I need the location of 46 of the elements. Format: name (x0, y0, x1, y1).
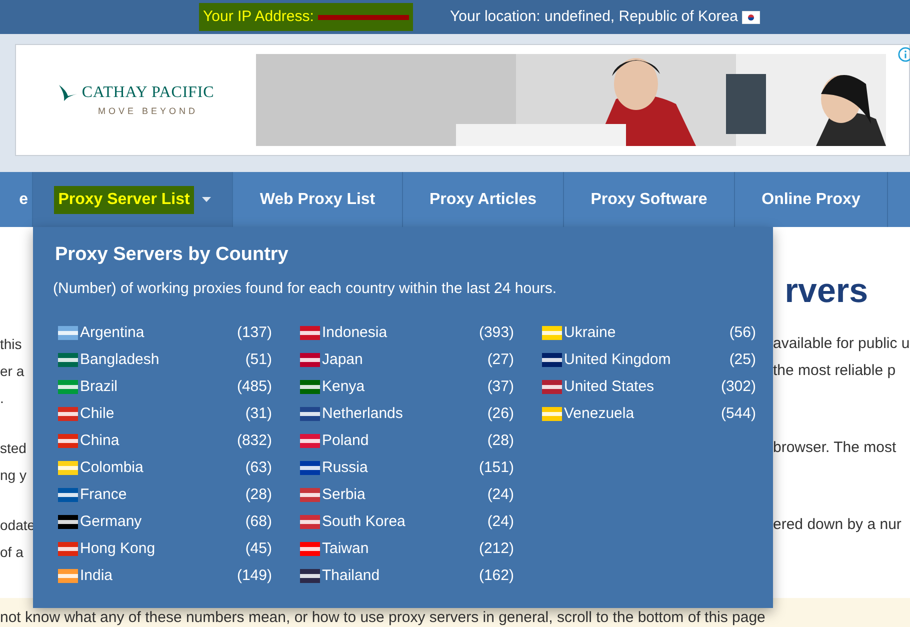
paragraph-fragment: sted (0, 439, 26, 458)
country-link[interactable]: India (149) (58, 562, 272, 590)
notice-text: not know what any of these numbers mean, or how to use proxy servers in general, scroll to the bottom of this page (0, 609, 766, 626)
paragraph-fragment: browser. The most (773, 438, 898, 458)
country-link[interactable]: Thailand (162) (300, 562, 514, 590)
nav-tab[interactable]: Proxy Server List (33, 172, 233, 227)
paragraph-fragment: er a (0, 362, 24, 381)
country-link[interactable]: Poland (28) (300, 428, 514, 454)
paragraph-fragment: of a (0, 543, 24, 562)
country-link[interactable]: Hong Kong (45) (58, 536, 272, 562)
paragraph-fragment: . (0, 389, 4, 408)
country-link[interactable]: Taiwan (212) (300, 536, 514, 562)
paragraph-fragment: this (0, 335, 22, 354)
country-link[interactable]: China (832) (58, 428, 272, 454)
location-text: Your location: undefined, Republic of Korea (450, 6, 738, 27)
ip-label: Your IP Address: (203, 6, 314, 27)
info-icon[interactable] (898, 47, 910, 62)
country-link[interactable]: Russia (151) (300, 454, 514, 482)
country-link[interactable]: Indonesia (393) (300, 320, 514, 346)
flag-icon (742, 10, 760, 24)
country-link[interactable]: United Kingdom (25) (542, 346, 756, 374)
paragraph-fragment: the most reliable p (773, 361, 897, 382)
country-link[interactable]: Netherlands (26) (300, 400, 514, 428)
dropdown-subtitle: (Number) of working proxies found for each country within the last 24 hours. (53, 279, 558, 299)
country-link[interactable]: Germany (68) (58, 508, 272, 536)
paragraph-fragment: odate (0, 516, 36, 535)
brand-tagline: MOVE BEYOND (98, 105, 198, 118)
paragraph-fragment: available for public u (773, 334, 910, 354)
country-link[interactable]: Brazil (485) (58, 374, 272, 400)
country-link[interactable]: Colombia (63) (58, 454, 272, 482)
country-link[interactable]: Chile (31) (58, 400, 272, 428)
country-link[interactable]: Japan (27) (300, 346, 514, 374)
country-link[interactable]: Argentina (137) (58, 320, 272, 346)
country-link[interactable]: Ukraine (56) (542, 320, 756, 346)
dropdown-title: Proxy Servers by Country (55, 243, 290, 267)
paragraph-fragment: ng y (0, 466, 26, 485)
country-link[interactable]: France (28) (58, 482, 272, 508)
country-link[interactable]: Bangladesh (51) (58, 346, 272, 374)
country-link[interactable]: Kenya (37) (300, 374, 514, 400)
country-link[interactable]: Serbia (24) (300, 482, 514, 508)
brand-name: CATHAY PACIFIC (82, 83, 214, 104)
paragraph-fragment: ered down by a nur (773, 515, 902, 536)
country-link[interactable]: Venezuela (544) (542, 400, 756, 428)
country-link[interactable]: United States (302) (542, 374, 756, 400)
page-heading: rvers (784, 271, 868, 312)
country-link[interactable]: South Korea (24) (300, 508, 514, 536)
